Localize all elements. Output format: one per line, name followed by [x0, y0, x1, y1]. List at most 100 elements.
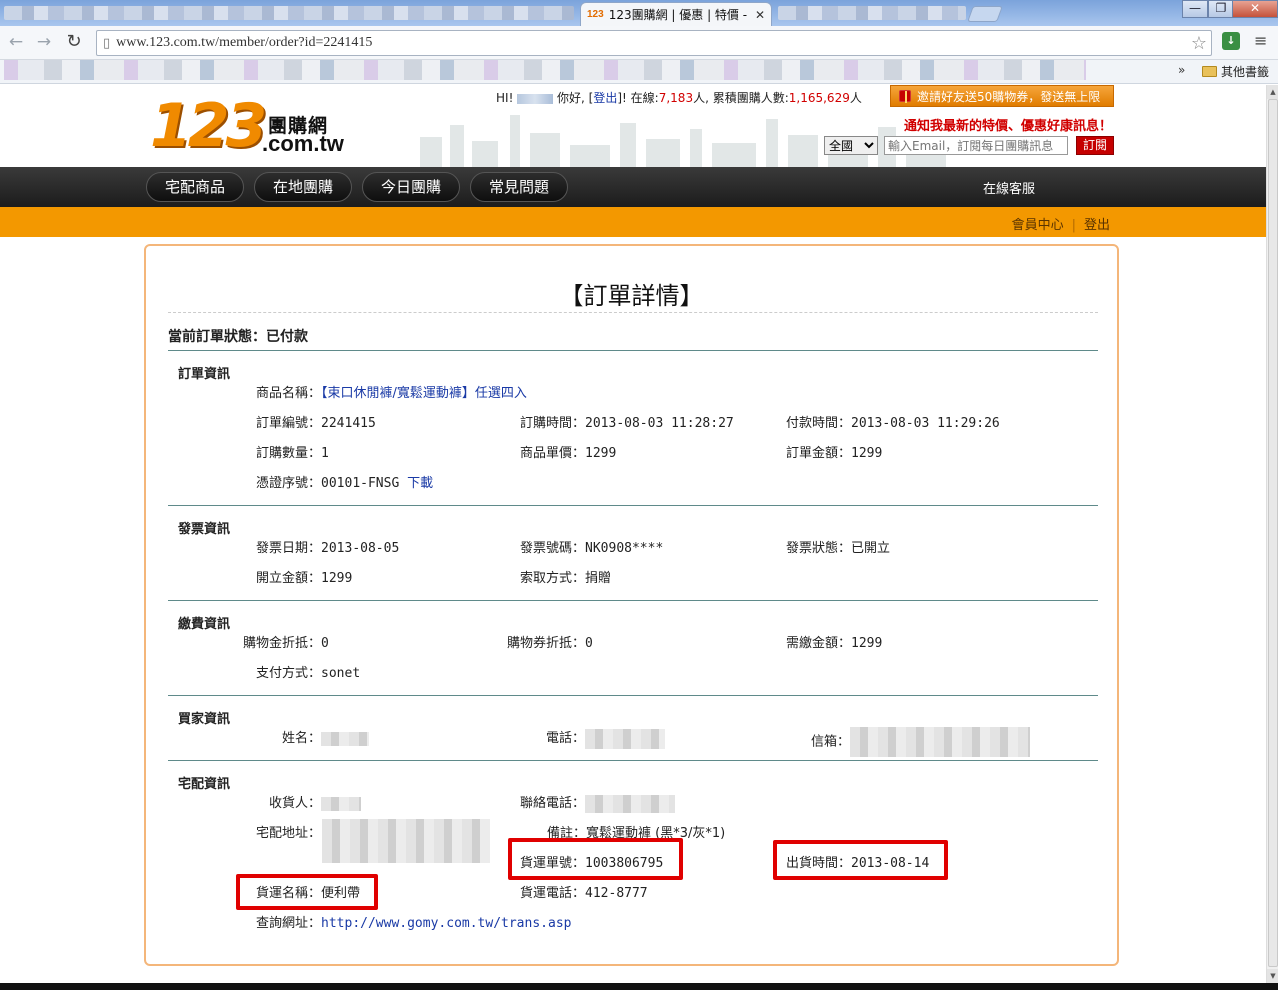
buyer-name: 姓名：	[282, 727, 370, 746]
scroll-up-icon[interactable]: ▲	[1267, 85, 1278, 99]
forward-arrow-icon[interactable]: →	[32, 30, 56, 54]
browser-toolbar: ← → ↻ ▯ ☆	[0, 26, 1278, 60]
payment-method: 支付方式：sonet	[256, 666, 361, 681]
carrier-phone: 貨運電話：412-8777	[520, 886, 648, 901]
header-logout-link[interactable]: 登出	[593, 91, 617, 105]
reload-icon[interactable]: ↻	[62, 30, 86, 54]
logo-number: 123	[150, 91, 267, 161]
receiver: 收貨人：	[269, 792, 362, 811]
online-count: 7,183	[658, 91, 694, 105]
invite-friends-button[interactable]: 邀請好友送50購物券，發送無上限	[890, 85, 1114, 107]
blurred-buyer-name	[321, 731, 370, 746]
member-center-link[interactable]: 會員中心	[1012, 218, 1064, 233]
other-bookmarks-folder[interactable]: 其他書籤	[1202, 63, 1269, 80]
user-greeting: HI! 你好, [登出]! 在線:7,183人, 累積團購人數:1,165,62…	[496, 91, 862, 105]
browser-tab-strip: 123 123團購網 | 優惠 | 特價 - 1 ✕ — ❐ ✕	[0, 0, 1278, 26]
logo-domain: .com.tw	[262, 131, 344, 156]
browser-menu-icon[interactable]: ≡	[1254, 31, 1267, 50]
product-name-row: 商品名稱：【束口休閒褲/寬鬆運動褲】任選四入	[256, 386, 527, 401]
order-number: 訂單編號：2241415	[256, 416, 376, 431]
blurred-bookmarks	[4, 60, 1086, 80]
tab-close-icon[interactable]: ✕	[755, 8, 765, 22]
pay-time: 付款時間：2013-08-03 11:29:26	[786, 416, 1000, 431]
section-divider	[168, 760, 1098, 761]
address-bar[interactable]: ▯ ☆	[96, 30, 1212, 56]
section-divider	[168, 695, 1098, 696]
blurred-tabs-right	[778, 6, 966, 20]
section-divider	[168, 600, 1098, 601]
page-scrollbar[interactable]: ▲ ▼	[1266, 85, 1278, 983]
invoice-status: 發票狀態：已開立	[786, 541, 891, 556]
site-logo[interactable]: 123 團購網 .com.tw	[150, 93, 350, 159]
section-title-invoice: 發票資訊	[178, 522, 231, 537]
browser-tab-active[interactable]: 123 123團購網 | 優惠 | 特價 - 1 ✕	[580, 2, 772, 26]
minimize-icon[interactable]: —	[1182, 0, 1208, 18]
total-buyers-count: 1,165,629	[788, 91, 850, 105]
subscribe-button[interactable]: 訂閱	[1076, 136, 1114, 155]
contact-phone: 聯絡電話：	[520, 792, 676, 813]
blurred-tabs	[4, 6, 574, 20]
credit-discount: 購物金折抵：0	[243, 636, 329, 651]
subscribe-email-input[interactable]	[884, 136, 1068, 155]
section-title-buyer: 買家資訊	[178, 712, 231, 727]
blurred-buyer-phone	[585, 728, 666, 749]
back-arrow-icon[interactable]: ←	[4, 30, 28, 54]
new-tab-button[interactable]	[967, 6, 1003, 22]
voucher-download-link[interactable]: 下載	[407, 476, 433, 491]
window-bottom-edge	[0, 983, 1278, 990]
member-bar: 會員中心 | 登出	[0, 207, 1266, 237]
tracking-query-link[interactable]: http://www.gomy.com.tw/trans.asp	[321, 916, 571, 931]
order-amount: 訂單金額：1299	[786, 446, 883, 461]
nav-item-local[interactable]: 在地團購	[254, 172, 353, 202]
url-input[interactable]	[116, 35, 1191, 51]
unit-price: 商品單價：1299	[520, 446, 617, 461]
coupon-discount: 購物券折抵：0	[507, 636, 593, 651]
member-logout-link[interactable]: 登出	[1084, 218, 1110, 233]
order-detail-panel: 【訂單詳情】 當前訂單狀態：已付款 訂單資訊 商品名稱：【束口休閒褲/寬鬆運動褲…	[144, 244, 1119, 966]
query-url-row: 查詢網址：http://www.gomy.com.tw/trans.asp	[256, 916, 572, 931]
online-service-link[interactable]: 在線客服	[983, 178, 1035, 197]
invoice-number: 發票號碼：NK0908****	[520, 541, 664, 556]
bookmark-star-icon[interactable]: ☆	[1191, 33, 1207, 54]
nav-item-faq[interactable]: 常見問題	[470, 172, 569, 202]
order-time: 訂購時間：2013-08-03 11:28:27	[520, 416, 734, 431]
invoice-date: 發票日期：2013-08-05	[256, 541, 400, 556]
product-name-link[interactable]: 【束口休閒褲/寬鬆運動褲】任選四入	[321, 386, 527, 401]
section-divider	[168, 505, 1098, 506]
blurred-contact-phone	[585, 794, 676, 813]
nav-item-today[interactable]: 今日團購	[362, 172, 461, 202]
page-title: 【訂單詳情】	[559, 282, 704, 310]
tab-title: 123團購網 | 優惠 | 特價 - 1	[608, 8, 751, 22]
order-status-value: 已付款	[266, 329, 308, 345]
invoice-amount: 開立金額：1299	[256, 571, 353, 586]
voucher-number: 憑證序號：00101-FNSG 下載	[256, 476, 434, 491]
blurred-buyer-email	[850, 727, 1031, 757]
page-icon: ▯	[103, 35, 111, 51]
scroll-thumb[interactable]	[1268, 99, 1278, 967]
blurred-address	[322, 819, 490, 863]
delivery-address: 宅配地址：	[256, 826, 322, 841]
bookmarks-bar: » 其他書籤	[0, 60, 1278, 84]
member-links-separator: |	[1071, 218, 1076, 233]
gift-icon	[899, 90, 911, 103]
order-status: 當前訂單狀態：已付款	[168, 329, 308, 345]
section-title-delivery: 宅配資訊	[178, 777, 231, 792]
main-nav: 宅配商品 在地團購 今日團購 常見問題 在線客服	[0, 167, 1266, 207]
folder-icon	[1202, 66, 1217, 77]
site-header: 123 團購網 .com.tw HI! 你好, [登出]! 在線:7,183人,…	[0, 85, 1266, 167]
scroll-down-icon[interactable]: ▼	[1267, 969, 1278, 983]
other-bookmarks-label: 其他書籤	[1221, 65, 1270, 79]
highlight-ship-time	[773, 840, 948, 880]
site-favicon-icon: 123	[587, 9, 604, 20]
extension-icon[interactable]: ↓	[1222, 32, 1240, 50]
bookmark-overflow-button[interactable]: »	[1178, 63, 1185, 77]
region-select[interactable]: 全國	[824, 136, 878, 155]
section-divider	[168, 350, 1098, 351]
nav-item-delivery[interactable]: 宅配商品	[146, 172, 245, 202]
blurred-receiver	[321, 796, 362, 811]
restore-icon[interactable]: ❐	[1208, 0, 1234, 18]
highlight-tracking-number	[508, 838, 683, 880]
section-title-payment: 繳費資訊	[178, 617, 231, 632]
window-close-icon[interactable]: ✕	[1232, 0, 1278, 18]
notify-text: 通知我最新的特價、優惠好康訊息！	[904, 119, 1113, 134]
